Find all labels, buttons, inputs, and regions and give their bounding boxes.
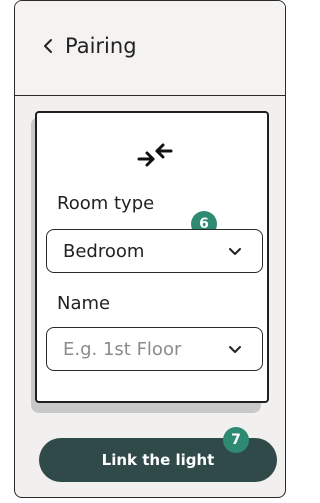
room-type-value: Bedroom — [63, 240, 145, 262]
room-type-label: Room type — [57, 193, 155, 214]
chevron-down-icon — [226, 340, 244, 358]
link-arrows-icon — [135, 135, 175, 175]
step-badge-7: 7 — [223, 427, 249, 453]
name-placeholder: E.g. 1st Floor — [63, 338, 182, 360]
header: Pairing — [15, 1, 285, 96]
phone-frame: Pairing Room type 6 Bedroom Name E.g. 1s… — [14, 0, 286, 498]
name-select[interactable]: E.g. 1st Floor — [46, 327, 263, 371]
room-type-select[interactable]: Bedroom — [46, 229, 263, 273]
page-title: Pairing — [65, 34, 137, 58]
chevron-down-icon — [226, 242, 244, 260]
name-label: Name — [57, 293, 111, 314]
back-button[interactable]: Pairing — [41, 31, 137, 61]
pairing-card: Room type 6 Bedroom Name E.g. 1st Floor — [35, 111, 269, 403]
chevron-left-icon — [41, 31, 55, 61]
